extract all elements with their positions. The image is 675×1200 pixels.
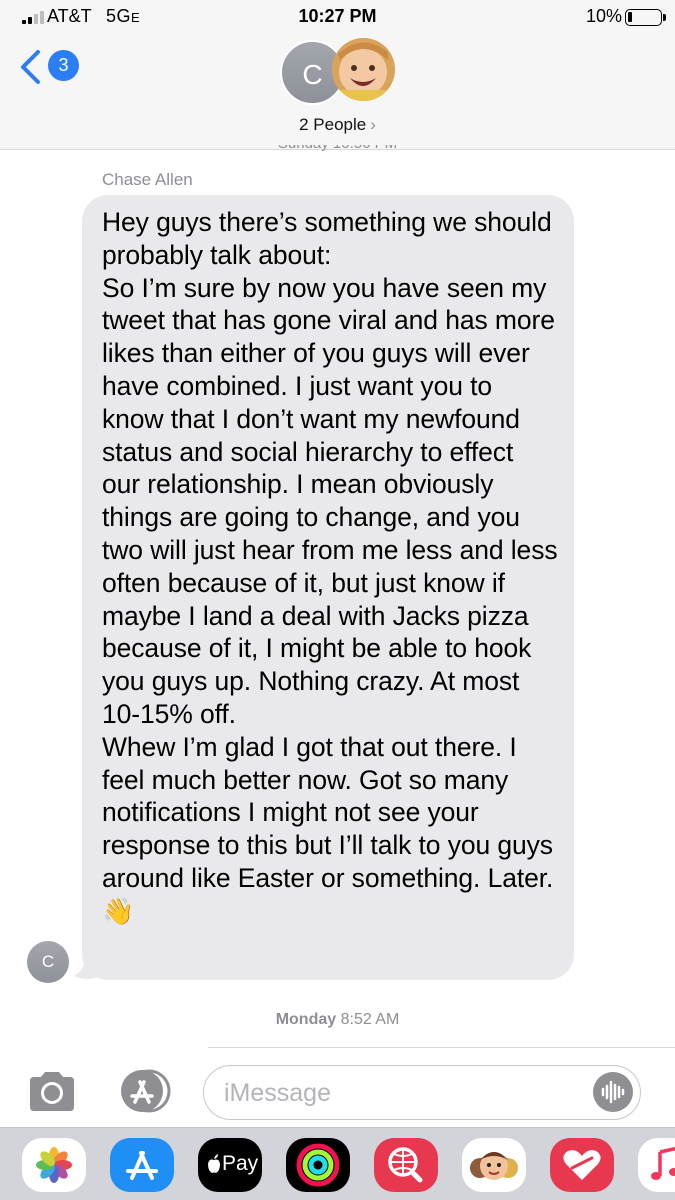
back-button[interactable]: 3 xyxy=(18,47,79,87)
activity-app-button[interactable] xyxy=(286,1138,350,1192)
app-store-icon xyxy=(121,1069,171,1113)
music-note-icon xyxy=(651,1146,675,1180)
chevron-left-icon xyxy=(21,50,40,84)
message-input[interactable] xyxy=(224,1075,584,1111)
sender-avatar[interactable]: C xyxy=(27,941,69,983)
globe-search-icon xyxy=(388,1147,423,1183)
apple-pay-app-button[interactable]: Pay xyxy=(198,1138,262,1192)
audio-message-button[interactable] xyxy=(593,1072,633,1112)
divider xyxy=(208,1047,675,1048)
music-app-button[interactable] xyxy=(638,1138,675,1192)
unread-count-badge: 3 xyxy=(48,50,79,81)
message-text: Hey guys there’s something we should pro… xyxy=(102,207,558,926)
app-store-button[interactable] xyxy=(113,1069,171,1113)
message-input-field[interactable] xyxy=(203,1065,641,1120)
app-store-app-icon xyxy=(126,1151,158,1180)
message-bubble[interactable]: Hey guys there’s something we should pro… xyxy=(82,195,574,980)
status-time: 10:27 PM xyxy=(298,6,377,26)
photos-icon xyxy=(36,1147,72,1183)
apple-logo-icon xyxy=(208,1154,220,1173)
waveform-icon xyxy=(601,1080,625,1104)
group-avatar-photo[interactable] xyxy=(332,38,395,101)
camera-button[interactable] xyxy=(26,1069,78,1113)
conversation-header: AT&T 5GE 10:27 PM 10% 3 C 2 People › xyxy=(0,0,675,150)
status-bar: AT&T 5GE 10:27 PM 10% xyxy=(0,0,675,36)
app-store-app-button[interactable] xyxy=(110,1138,174,1192)
memoji-app-button[interactable] xyxy=(462,1138,526,1192)
web-search-app-button[interactable] xyxy=(374,1138,438,1192)
message-timestamp: Monday 8:52 AM xyxy=(275,1011,400,1028)
memoji-icon xyxy=(470,1152,518,1180)
apple-pay-label: Pay xyxy=(222,1152,259,1175)
people-count-label: 2 People xyxy=(299,115,367,134)
imessage-app-drawer: Pay xyxy=(0,1127,675,1200)
chevron-right-icon: › xyxy=(370,115,376,134)
baby-photo-icon xyxy=(332,38,395,101)
activity-rings-icon xyxy=(296,1143,340,1187)
group-details-link[interactable]: 2 People › xyxy=(0,115,675,135)
battery-icon xyxy=(625,9,666,26)
digital-touch-app-button[interactable] xyxy=(550,1138,614,1192)
photos-app-button[interactable] xyxy=(22,1138,86,1192)
camera-icon xyxy=(30,1072,74,1111)
heart-touch-icon xyxy=(563,1150,601,1180)
waving-hand-emoji: 👋 xyxy=(102,895,135,926)
battery-percentage: 10% xyxy=(586,6,623,26)
sender-name: Chase Allen xyxy=(102,170,193,189)
